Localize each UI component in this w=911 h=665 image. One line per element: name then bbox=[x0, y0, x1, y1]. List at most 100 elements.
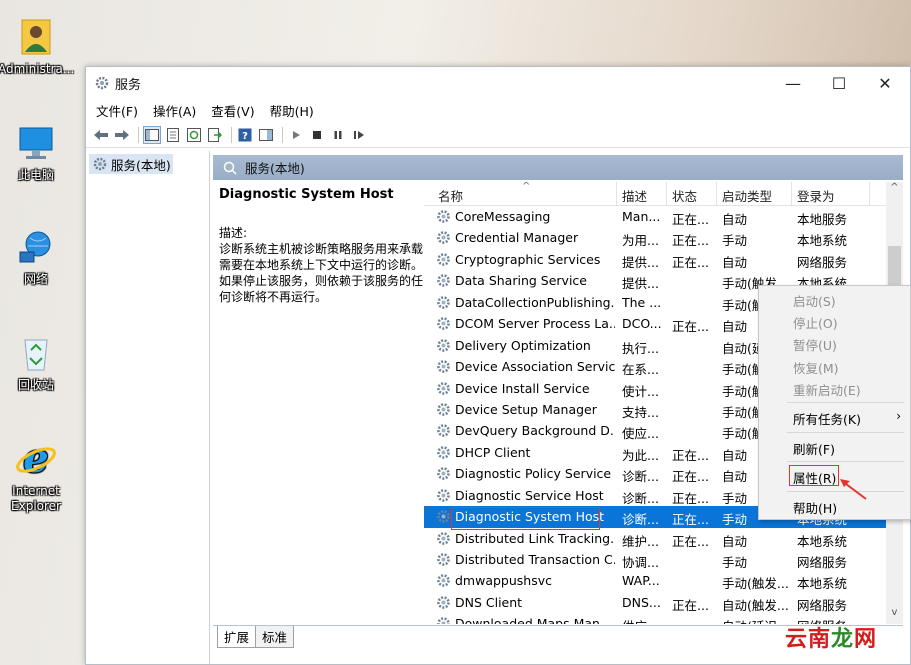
show-hide-pane-icon[interactable] bbox=[257, 126, 275, 144]
console-tree-icon[interactable] bbox=[143, 126, 161, 144]
desktop-icon-internet-explorer[interactable]: e Internet Explorer bbox=[0, 436, 74, 514]
service-description: Man... bbox=[622, 209, 661, 224]
desktop-icon-administrator[interactable]: Administra... bbox=[0, 14, 74, 77]
restart-service-icon[interactable] bbox=[350, 126, 368, 144]
column-divider[interactable] bbox=[716, 182, 717, 206]
column-divider[interactable] bbox=[616, 182, 617, 206]
context-item-stop[interactable]: 停止(O) bbox=[793, 313, 838, 332]
menu-view[interactable]: 查看(V) bbox=[211, 101, 254, 120]
service-status: 正在... bbox=[672, 319, 709, 335]
window-title: 服务 bbox=[115, 77, 142, 93]
service-name: Device Setup Manager bbox=[455, 401, 597, 417]
scrollbar-thumb[interactable] bbox=[888, 246, 901, 286]
toolbar-separator bbox=[282, 127, 283, 143]
service-name: DNS Client bbox=[455, 594, 523, 610]
description-text: 诊断系统主机被诊断策略服务用来承载需要在本地系统上下文中运行的诊断。如果停止该服… bbox=[219, 242, 424, 304]
table-row[interactable]: Credential Manager 为用... 正在... 手动 本地系统 bbox=[424, 227, 892, 248]
service-description: The ... bbox=[622, 294, 662, 310]
tab-extended[interactable]: 扩展 bbox=[217, 626, 257, 648]
desktop-icon-label: Internet Explorer bbox=[11, 484, 61, 513]
start-service-icon[interactable] bbox=[287, 126, 305, 144]
annotation-highlight-box bbox=[451, 507, 600, 530]
service-startup-type: 手动 bbox=[722, 555, 748, 570]
service-name: Device Association Service bbox=[455, 359, 615, 375]
scroll-down-arrow-icon[interactable]: v bbox=[886, 607, 903, 624]
table-row[interactable]: dmwappushsvc WAP... 手动(触发... 本地系统 bbox=[424, 570, 892, 591]
menu-file[interactable]: 文件(F) bbox=[96, 101, 138, 120]
scroll-up-arrow-icon[interactable]: ^ bbox=[886, 182, 903, 199]
selected-service-title: Diagnostic System Host bbox=[219, 187, 394, 202]
table-row[interactable]: Cryptographic Services 提供... 正在... 自动 网络服务 bbox=[424, 249, 892, 270]
service-log-on-as: 本地系统 bbox=[797, 233, 848, 249]
service-gear-icon bbox=[436, 466, 451, 484]
column-divider[interactable] bbox=[666, 182, 667, 206]
column-divider[interactable] bbox=[791, 182, 792, 206]
context-item-start[interactable]: 启动(S) bbox=[793, 291, 836, 310]
export-list-icon[interactable] bbox=[206, 126, 224, 144]
column-header-status[interactable]: 状态 bbox=[672, 186, 697, 205]
desktop-icon-label: 回收站 bbox=[17, 378, 54, 392]
properties-sheet-icon[interactable] bbox=[164, 126, 182, 144]
list-header: ^ 名称 描述 状态 启动类型 登录为 bbox=[424, 182, 892, 206]
minimize-button[interactable]: — bbox=[770, 67, 816, 99]
menu-help[interactable]: 帮助(H) bbox=[270, 101, 314, 120]
context-item-help[interactable]: 帮助(H) bbox=[793, 498, 837, 517]
close-button[interactable]: ✕ bbox=[862, 67, 908, 99]
maximize-button[interactable]: ☐ bbox=[816, 67, 862, 99]
service-name: Diagnostic Service Host bbox=[455, 487, 604, 503]
annotation-arrow-icon bbox=[840, 479, 867, 500]
context-item-refresh[interactable]: 刷新(F) bbox=[793, 439, 835, 458]
service-gear-icon bbox=[436, 295, 451, 313]
desktop-icon-network[interactable]: 网络 bbox=[0, 228, 74, 287]
service-name: Delivery Optimization bbox=[455, 337, 591, 353]
service-name: Distributed Transaction C... bbox=[455, 552, 615, 567]
tab-standard[interactable]: 标准 bbox=[255, 626, 295, 648]
context-item-pause[interactable]: 暂停(U) bbox=[793, 335, 837, 354]
tree-item-services-local[interactable]: 服务(本地) bbox=[89, 154, 173, 174]
search-gear-icon bbox=[223, 161, 237, 175]
stop-service-icon[interactable] bbox=[308, 126, 326, 144]
service-name: Device Install Service bbox=[455, 380, 590, 396]
service-log-on-as: 本地服务 bbox=[797, 212, 848, 227]
service-description: 诊断... bbox=[622, 490, 659, 506]
menu-bar: 文件(F) 操作(A) 查看(V) 帮助(H) bbox=[86, 99, 910, 121]
table-row[interactable]: Distributed Link Tracking... 维护... 正在... 自动… bbox=[424, 528, 892, 549]
service-status: 正在... bbox=[672, 469, 709, 485]
service-description: 诊断... bbox=[622, 469, 659, 485]
service-name: Diagnostic Policy Service bbox=[455, 466, 612, 482]
column-divider[interactable] bbox=[869, 182, 870, 206]
desktop-icon-recycle-bin[interactable]: 回收站 bbox=[0, 332, 74, 393]
desktop-icon-this-pc[interactable]: 此电脑 bbox=[0, 124, 74, 183]
service-name: Data Sharing Service bbox=[455, 273, 587, 289]
table-row[interactable]: Distributed Transaction C... 协调... 手动 网络服务 bbox=[424, 549, 892, 570]
column-header-description[interactable]: 描述 bbox=[622, 186, 647, 205]
service-description: 使应... bbox=[622, 426, 659, 442]
pause-service-icon[interactable] bbox=[329, 126, 347, 144]
context-item-all-tasks[interactable]: 所有任务(K) bbox=[793, 409, 861, 428]
service-gear-icon bbox=[436, 273, 451, 291]
context-item-resume[interactable]: 恢复(M) bbox=[793, 358, 839, 377]
service-description: WAP... bbox=[622, 573, 660, 589]
table-row[interactable]: CoreMessaging Man... 正在... 自动 本地服务 bbox=[424, 206, 892, 227]
service-gear-icon bbox=[436, 381, 451, 399]
service-status: 正在... bbox=[672, 233, 709, 249]
service-status: 正在... bbox=[672, 447, 709, 463]
service-name: DHCP Client bbox=[455, 444, 531, 460]
service-description: DNS... bbox=[622, 594, 661, 610]
service-description: 执行... bbox=[622, 340, 659, 356]
context-item-properties[interactable]: 属性(R) bbox=[793, 468, 836, 487]
service-gear-icon bbox=[436, 616, 451, 624]
column-header-log-on-as[interactable]: 登录为 bbox=[797, 186, 835, 205]
column-header-startup-type[interactable]: 启动类型 bbox=[722, 186, 772, 205]
menu-action[interactable]: 操作(A) bbox=[153, 101, 196, 120]
column-header-name[interactable]: 名称 bbox=[438, 186, 463, 205]
context-item-restart[interactable]: 重新启动(E) bbox=[793, 380, 861, 399]
forward-arrow-icon[interactable] bbox=[113, 126, 131, 144]
table-row[interactable]: DNS Client DNS... 正在... 自动(触发... 网络服务 bbox=[424, 592, 892, 613]
service-startup-type: 手动 bbox=[722, 233, 748, 249]
service-gear-icon bbox=[436, 509, 451, 527]
refresh-icon[interactable] bbox=[185, 126, 203, 144]
back-arrow-icon[interactable] bbox=[92, 126, 110, 144]
help-icon[interactable]: ? bbox=[236, 126, 254, 144]
service-description: 为用... bbox=[622, 233, 659, 249]
